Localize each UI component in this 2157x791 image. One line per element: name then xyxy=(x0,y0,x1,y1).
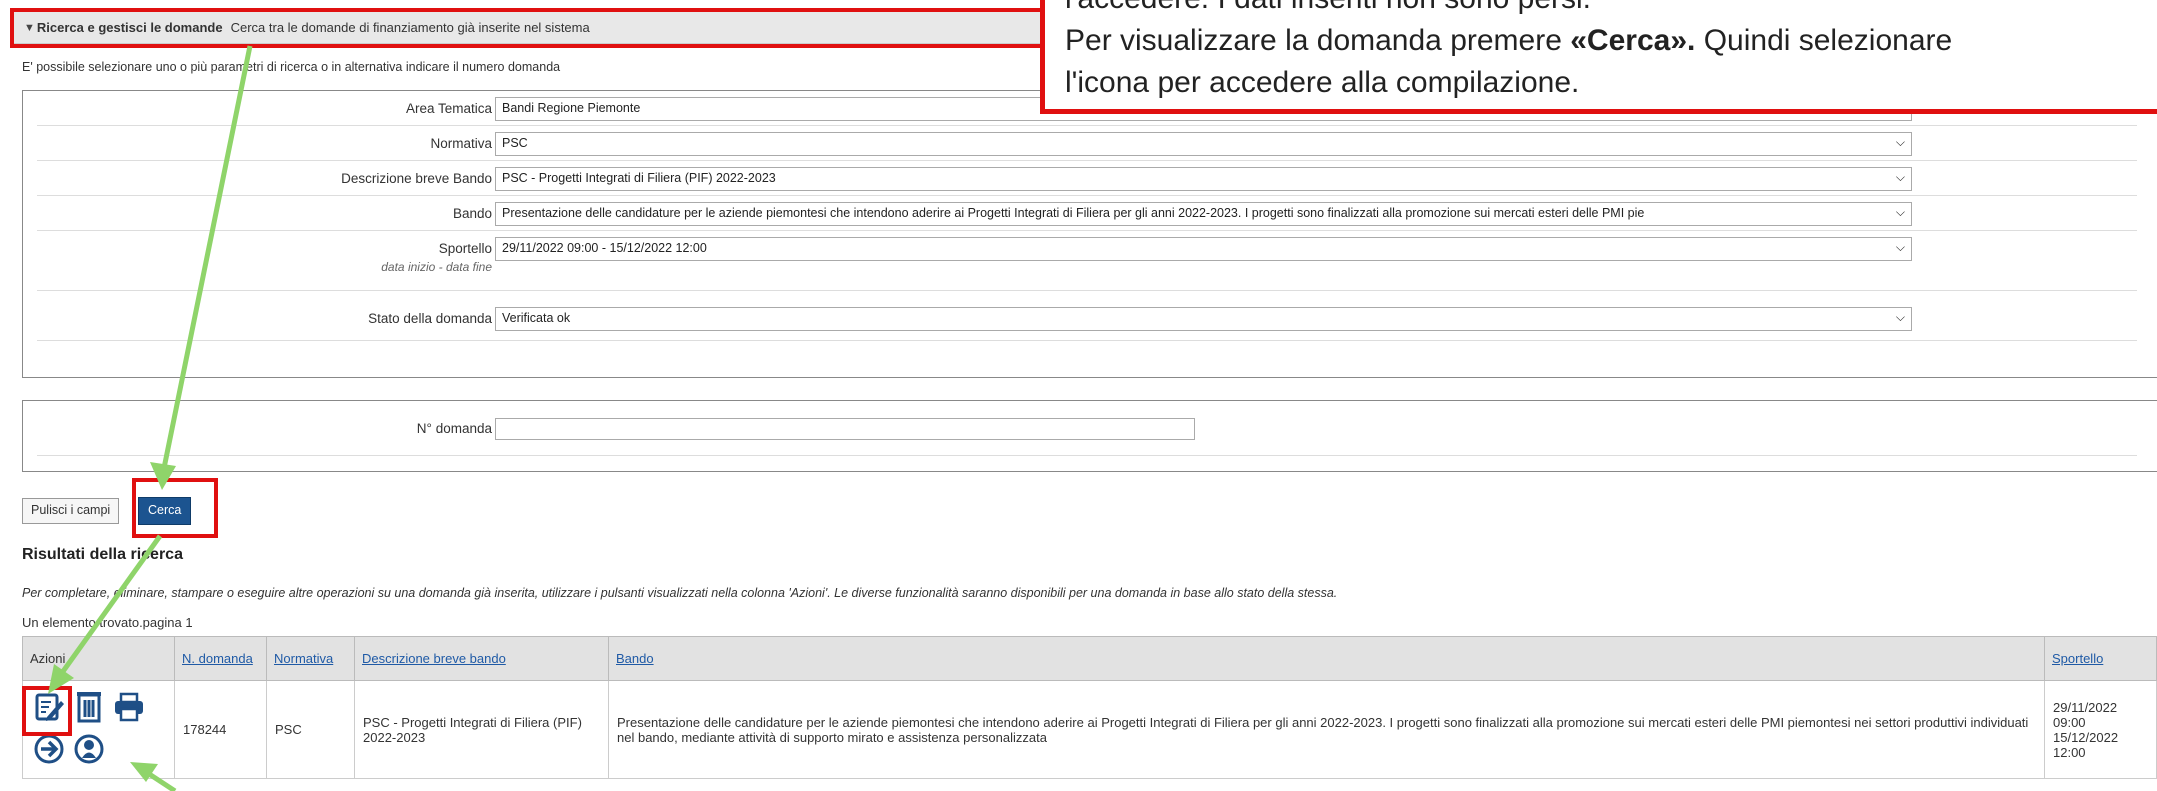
chevron-down-icon: ⌵ xyxy=(1893,240,1905,255)
results-hint: Per completare, eliminare, stampare o es… xyxy=(22,586,1338,600)
col-n-domanda[interactable]: N. domanda xyxy=(174,636,267,681)
intro-text: E' possibile selezionare uno o più param… xyxy=(22,60,561,74)
annotation-frame-header xyxy=(10,8,1048,48)
normativa-label: Normativa xyxy=(430,136,492,151)
table-row: 178244 PSC PSC - Progetti Integrati di F… xyxy=(22,680,2157,779)
col-descrizione[interactable]: Descrizione breve bando xyxy=(354,636,609,681)
bando-label: Bando xyxy=(452,206,492,221)
print-icon[interactable] xyxy=(111,689,147,725)
cell-descrizione: PSC - Progetti Integrati di Filiera (PIF… xyxy=(354,680,609,779)
sort-normativa-link[interactable]: Normativa xyxy=(274,651,333,666)
table-header-row: Azioni N. domanda Normativa Descrizione … xyxy=(22,636,2157,681)
sportello-select[interactable]: 29/11/2022 09:00 - 15/12/2022 12:00 ⌵ xyxy=(495,237,1912,261)
results-title: Risultati della ricerca xyxy=(22,546,183,563)
normativa-select[interactable]: PSC ⌵ xyxy=(495,132,1912,156)
bando-select[interactable]: Presentazione delle candidature per le a… xyxy=(495,202,1912,226)
col-bando[interactable]: Bando xyxy=(608,636,2045,681)
callout-line-1: Per visualizzare la domanda premere «Cer… xyxy=(1065,24,1953,57)
row-numero-domanda: N° domanda xyxy=(37,401,2137,456)
annotation-frame-edit-icon xyxy=(22,686,72,736)
chevron-down-icon: ⌵ xyxy=(1893,310,1905,325)
chevron-down-icon: ⌵ xyxy=(1893,170,1905,185)
stato-domanda-select[interactable]: Verificata ok ⌵ xyxy=(495,307,1912,331)
numero-domanda-form: N° domanda xyxy=(22,400,2157,472)
sort-n-domanda-link[interactable]: N. domanda xyxy=(182,651,253,666)
numero-domanda-label: N° domanda xyxy=(416,421,492,436)
reset-button[interactable]: Pulisci i campi xyxy=(22,498,120,524)
col-azioni: Azioni xyxy=(22,636,175,681)
annotation-frame-search xyxy=(132,478,218,538)
results-table: Azioni N. domanda Normativa Descrizione … xyxy=(22,636,2157,779)
sportello-sublabel: data inizio - data fine xyxy=(381,260,492,274)
row-sportello: Sportello data inizio - data fine 29/11/… xyxy=(37,231,2137,291)
col-normativa[interactable]: Normativa xyxy=(266,636,355,681)
user-icon[interactable] xyxy=(71,731,107,767)
descrizione-bando-label: Descrizione breve Bando xyxy=(341,171,492,186)
row-stato-domanda: Stato della domanda Verificata ok ⌵ xyxy=(37,291,2137,341)
cell-normativa: PSC xyxy=(266,680,355,779)
results-count: Un elemento trovato.pagina 1 xyxy=(22,615,193,630)
sort-descrizione-link[interactable]: Descrizione breve bando xyxy=(362,651,506,666)
stato-domanda-label: Stato della domanda xyxy=(368,311,492,326)
col-sportello[interactable]: Sportello xyxy=(2044,636,2157,681)
sort-bando-link[interactable]: Bando xyxy=(616,651,654,666)
search-form: Area Tematica Bandi Regione Piemonte ⌵ N… xyxy=(22,90,2157,378)
sportello-label: Sportello data inizio - data fine xyxy=(381,241,492,274)
sort-sportello-link[interactable]: Sportello xyxy=(2052,651,2103,666)
cell-bando: Presentazione delle candidature per le a… xyxy=(608,680,2045,779)
trash-icon[interactable] xyxy=(71,689,107,725)
row-normativa: Normativa PSC ⌵ xyxy=(37,126,2137,161)
cell-n-domanda: 178244 xyxy=(174,680,267,779)
chevron-down-icon: ⌵ xyxy=(1893,135,1905,150)
row-bando: Bando Presentazione delle candidature pe… xyxy=(37,196,2137,231)
descrizione-bando-select[interactable]: PSC - Progetti Integrati di Filiera (PIF… xyxy=(495,167,1912,191)
numero-domanda-input[interactable] xyxy=(495,418,1195,440)
row-descrizione-bando: Descrizione breve Bando PSC - Progetti I… xyxy=(37,161,2137,196)
callout-line-2: l'icona per accedere alla compilazione. xyxy=(1065,66,1580,99)
area-tematica-label: Area Tematica xyxy=(405,101,492,116)
cell-sportello: 29/11/2022 09:00 15/12/2022 12:00 xyxy=(2044,680,2157,779)
instruction-callout: l'accedere. I dati inseriti non sono per… xyxy=(1040,0,2157,114)
chevron-down-icon: ⌵ xyxy=(1893,205,1905,220)
